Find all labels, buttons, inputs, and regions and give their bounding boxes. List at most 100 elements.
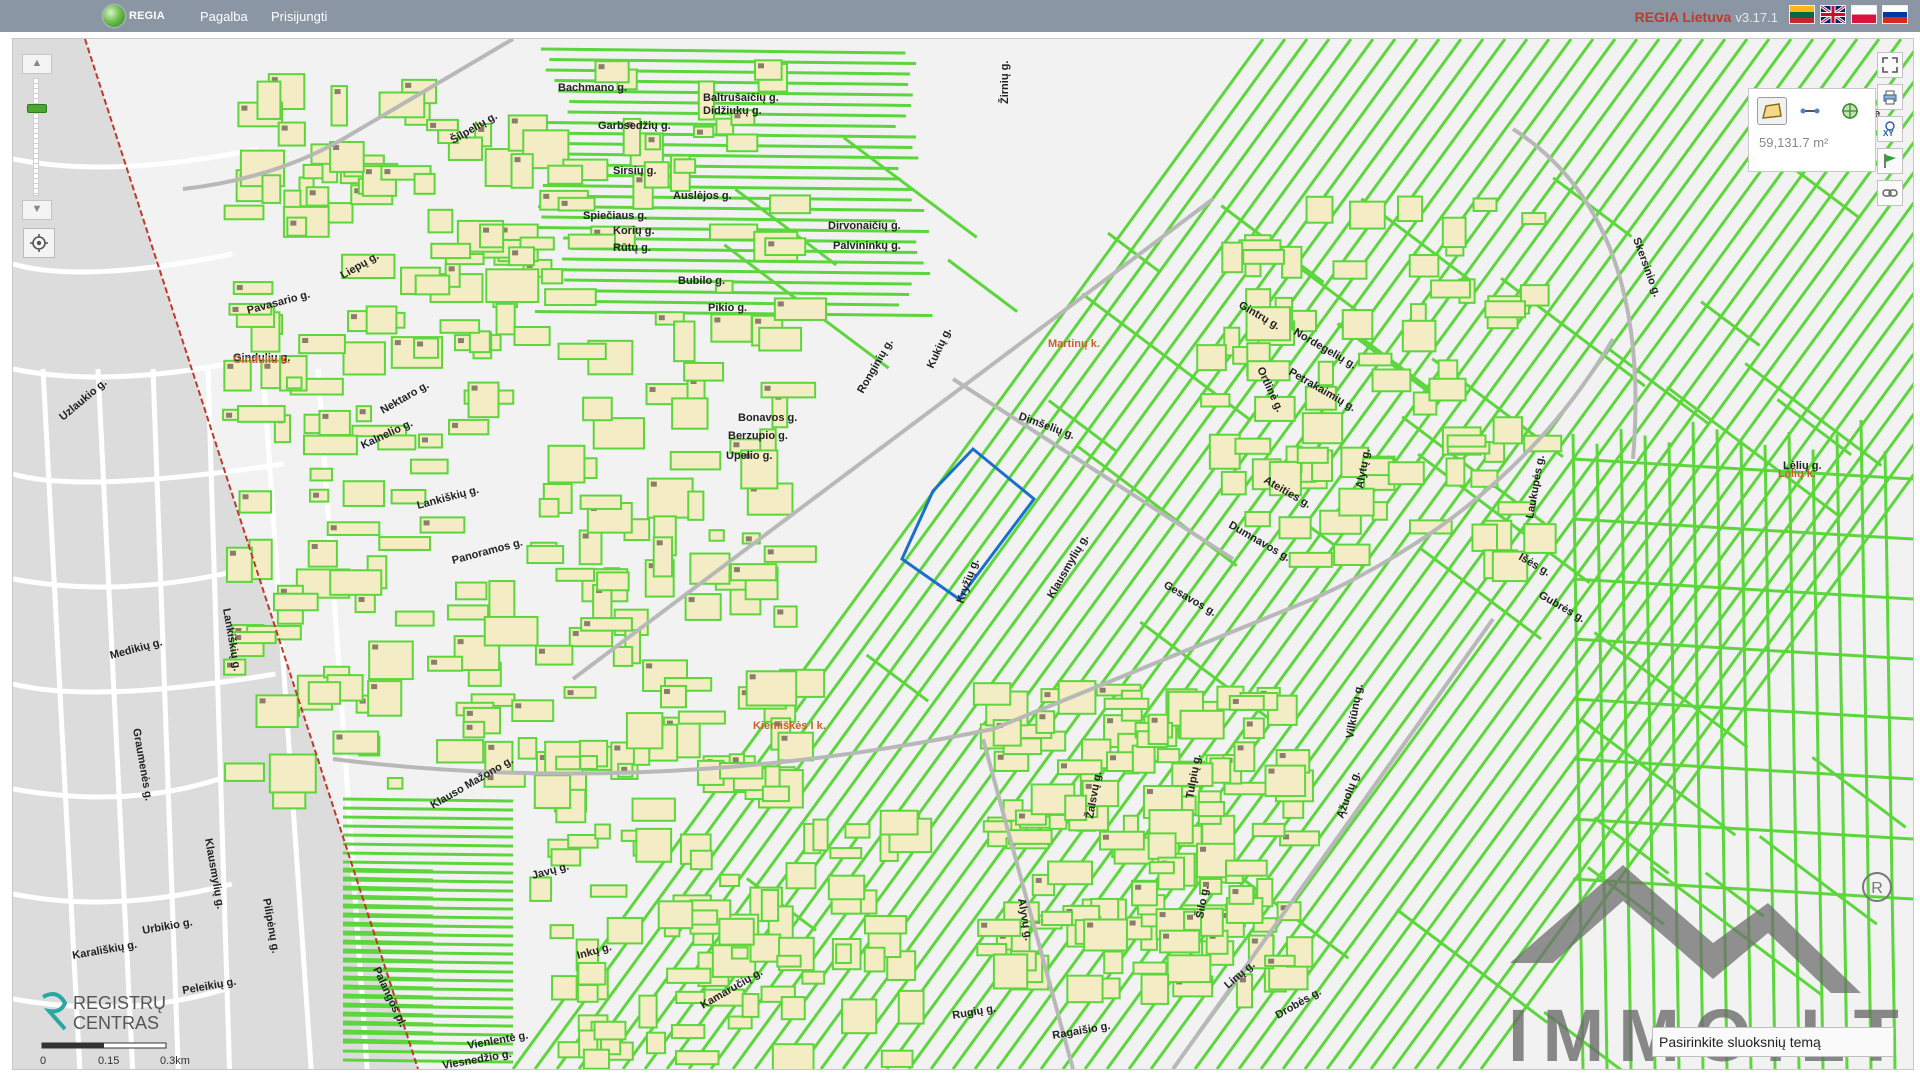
building (656, 540, 663, 546)
parcel-line (540, 47, 906, 55)
building (1102, 834, 1109, 840)
building (755, 318, 762, 324)
area-measure-button[interactable] (1757, 97, 1787, 125)
nav-help-link[interactable]: Pagalba (200, 9, 248, 24)
building (572, 630, 579, 636)
settlement-lot (1333, 543, 1371, 566)
settlement-lot (1132, 961, 1168, 975)
fullscreen-icon (1882, 57, 1898, 73)
settlement-lot (508, 246, 535, 267)
zoom-in-button[interactable]: ▲ (22, 54, 52, 74)
coordinate-pick-button[interactable] (1835, 97, 1865, 125)
building (688, 597, 695, 603)
settlement-lot (666, 967, 712, 984)
regia-logo[interactable]: REGIA (103, 4, 165, 28)
zoom-out-button[interactable]: ▼ (22, 200, 52, 220)
street-label: Spiečiaus g. (583, 210, 647, 222)
cadastral-map[interactable]: Bachmano g. Baltrušaičių g.Didžiukų g. Gar… (13, 39, 1913, 1069)
nav-login-link[interactable]: Prisijungti (271, 9, 327, 24)
building (358, 596, 365, 602)
settlement-lot (879, 809, 919, 836)
settlement-lot (1428, 377, 1467, 402)
settlement-lot (538, 497, 560, 518)
settlement-lot (544, 288, 597, 307)
building (1060, 763, 1067, 769)
zoom-handle[interactable] (27, 104, 47, 113)
en-flag-icon[interactable] (1820, 5, 1846, 24)
building (1018, 813, 1025, 819)
building (1035, 877, 1042, 883)
zoom-slider[interactable] (22, 74, 50, 200)
ru-flag-icon[interactable] (1882, 5, 1908, 24)
settlement-lot (863, 946, 886, 973)
map-viewport[interactable]: Bachmano g. Baltrušaičių g. Didžiukų g. Gar… (12, 38, 1914, 1070)
settlement-lot (606, 916, 644, 945)
parcel-line (1763, 444, 1777, 1069)
print-button[interactable] (1877, 84, 1903, 110)
settlement-lot (1103, 950, 1124, 975)
settlement-lot (1057, 680, 1097, 715)
building (1279, 753, 1286, 759)
street-label: Garbsedžių g. (598, 120, 671, 132)
building (302, 338, 309, 344)
settlement-lot (427, 208, 454, 234)
settlement-lot (753, 59, 783, 81)
settlement-lot (1430, 279, 1471, 299)
settlement-lot (594, 823, 611, 840)
link-button[interactable] (1877, 180, 1903, 206)
parcel-line (342, 860, 514, 866)
distance-measure-button[interactable] (1795, 97, 1825, 125)
parcel-line (1859, 420, 1873, 1069)
xy-coordinates-button[interactable]: XY (1877, 116, 1903, 142)
building (733, 567, 740, 573)
locate-button[interactable] (23, 228, 55, 258)
area-measure-icon (1762, 103, 1782, 119)
settlement-lot (1492, 416, 1523, 445)
settlement-lot (329, 569, 383, 596)
settlement-lot (577, 961, 607, 986)
settlement-lot (1106, 751, 1134, 773)
building (768, 241, 775, 247)
layer-theme-select[interactable]: Pasirinkite sluoksnių temą (1652, 1027, 1894, 1057)
settlement-lot (1278, 516, 1312, 540)
settlement-lot (305, 186, 330, 207)
settlement-lot (652, 536, 674, 578)
building (423, 520, 430, 526)
parcel-line (1572, 817, 1913, 841)
settlement-lot (302, 434, 358, 456)
street-label: Lankiškių g. (416, 484, 481, 512)
building (648, 137, 655, 143)
scale-label-0: 0 (40, 1055, 47, 1067)
settlement-lot (1154, 748, 1181, 764)
settlement-lot (547, 444, 586, 484)
street-label: Auslėjos g. (673, 190, 732, 202)
parcel-line (534, 268, 931, 275)
lt-flag-icon[interactable] (1789, 5, 1815, 24)
street-label: Korių g. (613, 225, 655, 237)
parcel-line (1667, 442, 1681, 1069)
distance-measure-icon (1800, 108, 1820, 114)
building (781, 735, 788, 741)
settlement-lot (1147, 713, 1169, 745)
building (365, 169, 372, 175)
link-icon (1882, 189, 1898, 197)
settlement-lot (812, 818, 829, 852)
parcel-line (342, 912, 434, 918)
building (1232, 698, 1239, 704)
parcel-line (342, 939, 434, 945)
building (1187, 914, 1194, 920)
settlement-lot (485, 268, 540, 303)
flag-button[interactable] (1877, 148, 1903, 174)
street-label: Rūtų g. (613, 242, 651, 254)
fullscreen-button[interactable] (1877, 52, 1903, 78)
pl-flag-icon[interactable] (1851, 5, 1877, 24)
building (457, 338, 464, 344)
settlement-lot (526, 545, 565, 565)
parcel-line (342, 894, 434, 900)
settlement-lot (645, 1031, 667, 1055)
settlement-lot (298, 334, 346, 355)
parcel-line (342, 815, 514, 821)
building (1246, 721, 1253, 727)
building (997, 754, 1004, 760)
parcel-line (342, 930, 434, 936)
